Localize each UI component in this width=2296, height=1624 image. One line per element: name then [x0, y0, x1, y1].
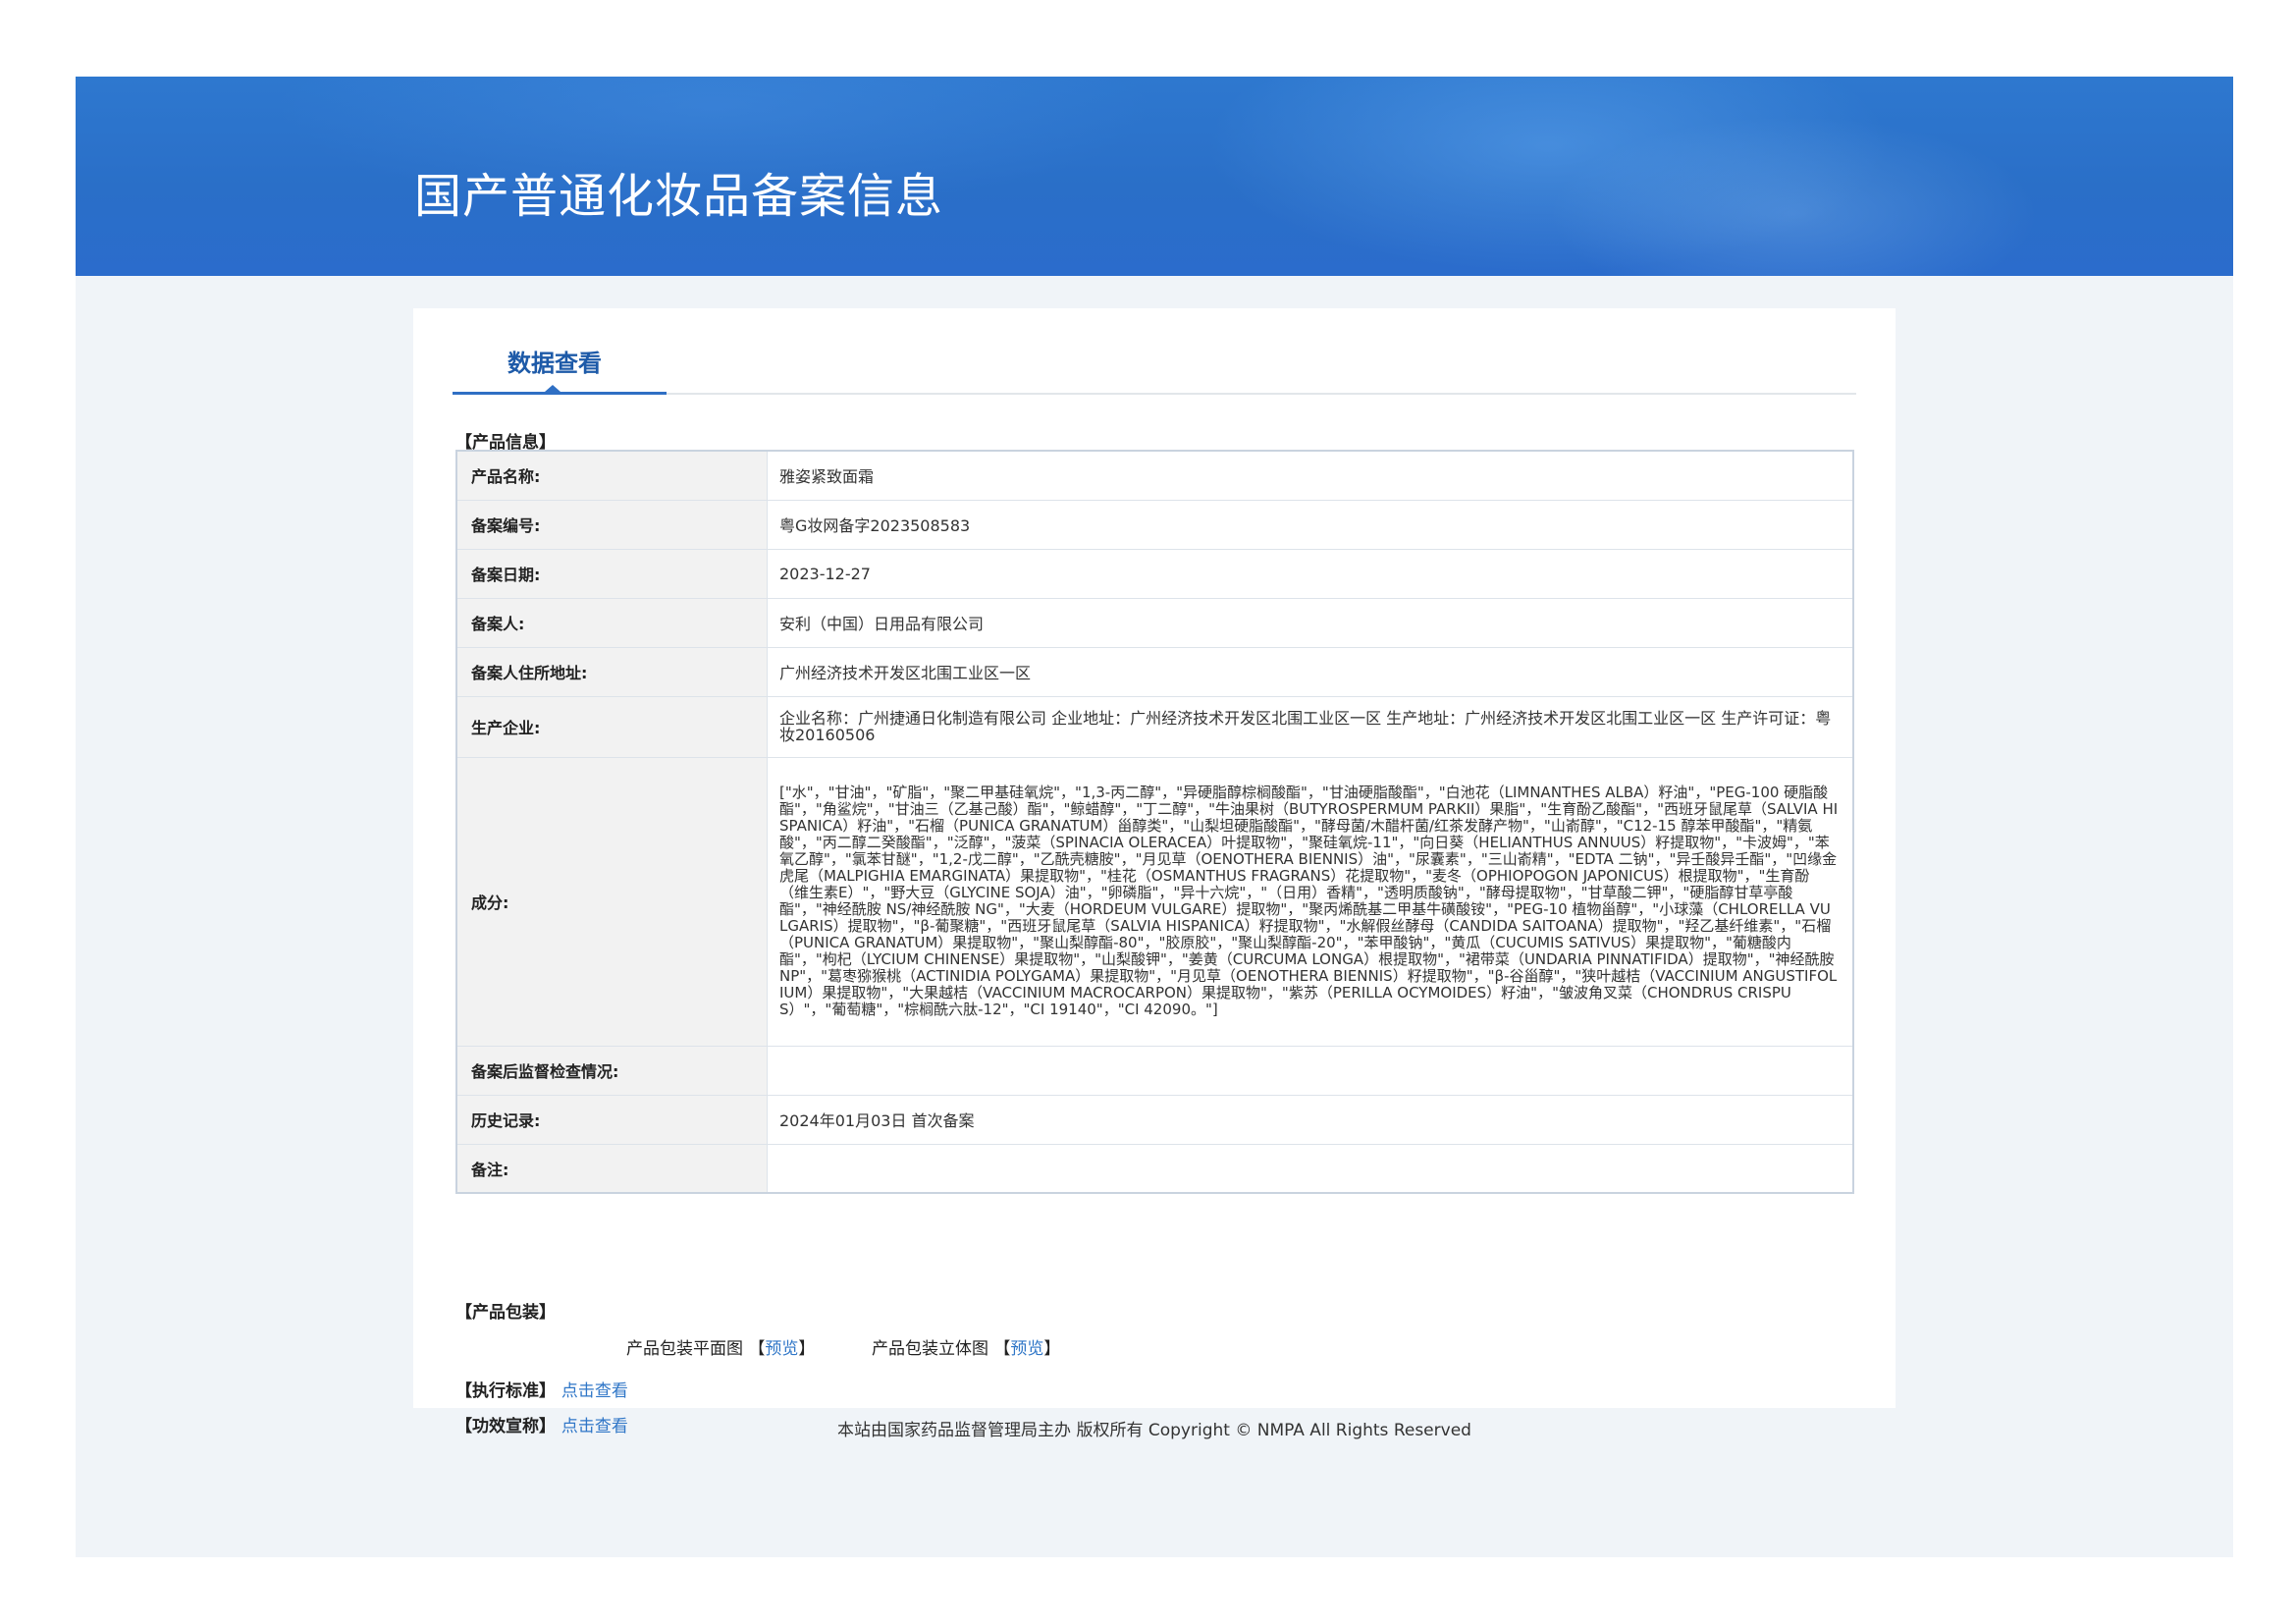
table-row: 备注: — [455, 1143, 1854, 1194]
table-row: 产品名称: 雅姿紧致面霜 — [455, 450, 1854, 501]
standard-view-link[interactable]: 点击查看 — [561, 1381, 628, 1401]
packaging-flat-label: 产品包装平面图 — [626, 1339, 743, 1359]
row-value: 企业名称：广州捷通日化制造有限公司 企业地址：广州经济技术开发区北围工业区一区 … — [767, 695, 1854, 758]
row-value: 粤G妆网备字2023508583 — [767, 499, 1854, 550]
banner-glow — [1548, 116, 2039, 276]
row-key: 成分: — [455, 756, 768, 1047]
table-row: 备案后监督检查情况: — [455, 1045, 1854, 1096]
header-banner: 国产普通化妆品备案信息 — [76, 77, 2233, 276]
row-value: 广州经济技术开发区北围工业区一区 — [767, 646, 1854, 697]
table-row: 历史记录: 2024年01月03日 首次备案 — [455, 1094, 1854, 1145]
standard-label: 【执行标准】 — [455, 1381, 556, 1401]
tab-active-indicator — [453, 392, 667, 395]
row-key: 备案日期: — [455, 548, 768, 599]
footer-copyright: 本站由国家药品监督管理局主办 版权所有 Copyright © NMPA All… — [837, 1421, 1471, 1440]
preview-solid-link[interactable]: 预览 — [1010, 1339, 1043, 1359]
packaging-solid-label: 产品包装立体图 — [872, 1339, 988, 1359]
row-key: 产品名称: — [455, 450, 768, 501]
bracket: 】 — [1043, 1339, 1061, 1359]
row-key: 备案编号: — [455, 499, 768, 550]
row-value: 雅姿紧致面霜 — [767, 450, 1854, 501]
row-value: 2023-12-27 — [767, 548, 1854, 599]
row-key: 备案人: — [455, 597, 768, 648]
row-key: 备案后监督检查情况: — [455, 1045, 768, 1096]
row-value — [767, 1143, 1854, 1194]
content-card: 数据查看 【产品信息】 产品名称: 雅姿紧致面霜 备案编号: 粤G妆网备字202… — [413, 308, 1896, 1436]
table-row: 备案人: 安利（中国）日用品有限公司 — [455, 597, 1854, 648]
product-info-table: 产品名称: 雅姿紧致面霜 备案编号: 粤G妆网备字2023508583 备案日期… — [455, 450, 1854, 1194]
bracket: 【 — [748, 1339, 766, 1359]
row-key: 生产企业: — [455, 695, 768, 758]
page-frame: 国产普通化妆品备案信息 数据查看 【产品信息】 产品名称: 雅姿紧致面霜 备案编… — [76, 77, 2233, 1557]
tab-data-view[interactable]: 数据查看 — [507, 344, 602, 378]
row-value: 2024年01月03日 首次备案 — [767, 1094, 1854, 1145]
packaging-solid-row: 产品包装立体图 【预览】 — [872, 1334, 1060, 1359]
row-value — [767, 1045, 1854, 1096]
ingredients-value: ["水"，"甘油"，"矿脂"，"聚二甲基硅氧烷"，"1,3-丙二醇"，"异硬脂醇… — [767, 756, 1854, 1047]
row-key: 历史记录: — [455, 1094, 768, 1145]
table-row: 备案编号: 粤G妆网备字2023508583 — [455, 499, 1854, 550]
row-key: 备注: — [455, 1143, 768, 1194]
bracket: 】 — [798, 1339, 816, 1359]
table-row: 备案日期: 2023-12-27 — [455, 548, 1854, 599]
row-value: 安利（中国）日用品有限公司 — [767, 597, 1854, 648]
tab-caret-icon — [545, 385, 561, 392]
preview-flat-link[interactable]: 预览 — [765, 1339, 798, 1359]
table-row: 成分: ["水"，"甘油"，"矿脂"，"聚二甲基硅氧烷"，"1,3-丙二醇"，"… — [455, 756, 1854, 1047]
packaging-flat-row: 产品包装平面图 【预览】 — [626, 1334, 815, 1359]
bracket: 【 — [993, 1339, 1011, 1359]
section-label-packaging: 【产品包装】 — [455, 1303, 556, 1323]
standard-row: 【执行标准】 点击查看 — [455, 1377, 628, 1401]
table-row: 备案人住所地址: 广州经济技术开发区北围工业区一区 — [455, 646, 1854, 697]
table-row: 生产企业: 企业名称：广州捷通日化制造有限公司 企业地址：广州经济技术开发区北围… — [455, 695, 1854, 758]
row-key: 备案人住所地址: — [455, 646, 768, 697]
page-title: 国产普通化妆品备案信息 — [414, 169, 944, 224]
